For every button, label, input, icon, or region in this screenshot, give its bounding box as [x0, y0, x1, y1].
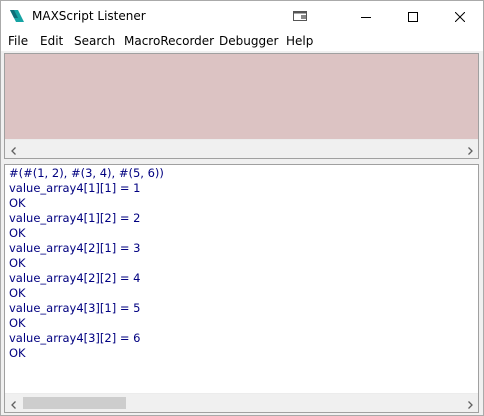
- output-line: value_array4[2][2] = 4: [9, 271, 141, 285]
- chevron-left-icon: [10, 394, 18, 413]
- output-line: OK: [9, 256, 26, 270]
- chevron-left-icon: [10, 140, 18, 159]
- close-icon: [454, 7, 466, 26]
- listener-output-text-area[interactable]: #(#(1, 2), #(3, 4), #(5, 6)) value_array…: [5, 165, 478, 394]
- minimize-button[interactable]: [343, 1, 389, 31]
- output-scroll-right-button[interactable]: [461, 394, 478, 412]
- title-bar[interactable]: MAXScript Listener: [1, 1, 483, 31]
- output-line: value_array4[3][2] = 6: [9, 331, 141, 345]
- output-line: value_array4[2][1] = 3: [9, 241, 141, 255]
- chevron-right-icon: [466, 140, 474, 159]
- menu-help[interactable]: Help: [286, 33, 313, 49]
- maximize-button[interactable]: [390, 1, 436, 31]
- chevron-right-icon: [466, 394, 474, 413]
- menu-file[interactable]: File: [8, 33, 28, 49]
- dock-button[interactable]: [278, 1, 324, 31]
- output-line: OK: [9, 346, 26, 360]
- output-line: OK: [9, 196, 26, 210]
- output-line: value_array4[3][1] = 5: [9, 301, 141, 315]
- dock-window-icon: [293, 7, 309, 26]
- minimize-icon: [361, 7, 371, 26]
- close-button[interactable]: [437, 1, 483, 31]
- output-line: value_array4[1][2] = 2: [9, 211, 141, 225]
- macro-recorder-text-area[interactable]: [5, 54, 478, 140]
- output-line: OK: [9, 316, 26, 330]
- output-line: #(#(1, 2), #(3, 4), #(5, 6)): [9, 166, 164, 180]
- output-line: value_array4[1][1] = 1: [9, 181, 141, 195]
- menu-search[interactable]: Search: [74, 33, 115, 49]
- output-horizontal-scrollbar[interactable]: [5, 393, 478, 412]
- listener-window: MAXScript Listener File Edit Search Macr…: [0, 0, 484, 416]
- macro-scroll-right-button[interactable]: [461, 140, 478, 158]
- menu-bar: File Edit Search MacroRecorder Debugger …: [1, 31, 483, 51]
- macro-horizontal-scrollbar[interactable]: [5, 139, 478, 158]
- macro-recorder-pane: [4, 53, 479, 159]
- menu-macrorecorder[interactable]: MacroRecorder: [124, 33, 214, 49]
- menu-edit[interactable]: Edit: [40, 33, 63, 49]
- output-line: OK: [9, 286, 26, 300]
- output-scroll-thumb[interactable]: [23, 397, 126, 409]
- output-lines: #(#(1, 2), #(3, 4), #(5, 6)) value_array…: [5, 166, 164, 361]
- listener-output-pane: #(#(1, 2), #(3, 4), #(5, 6)) value_array…: [4, 164, 479, 413]
- 3dsmax-app-icon[interactable]: [9, 8, 25, 24]
- output-line: OK: [9, 226, 26, 240]
- output-scroll-left-button[interactable]: [5, 394, 22, 412]
- window-title: MAXScript Listener: [32, 9, 146, 23]
- maximize-icon: [408, 7, 418, 26]
- macro-scroll-left-button[interactable]: [5, 140, 22, 158]
- menu-debugger[interactable]: Debugger: [219, 33, 278, 49]
